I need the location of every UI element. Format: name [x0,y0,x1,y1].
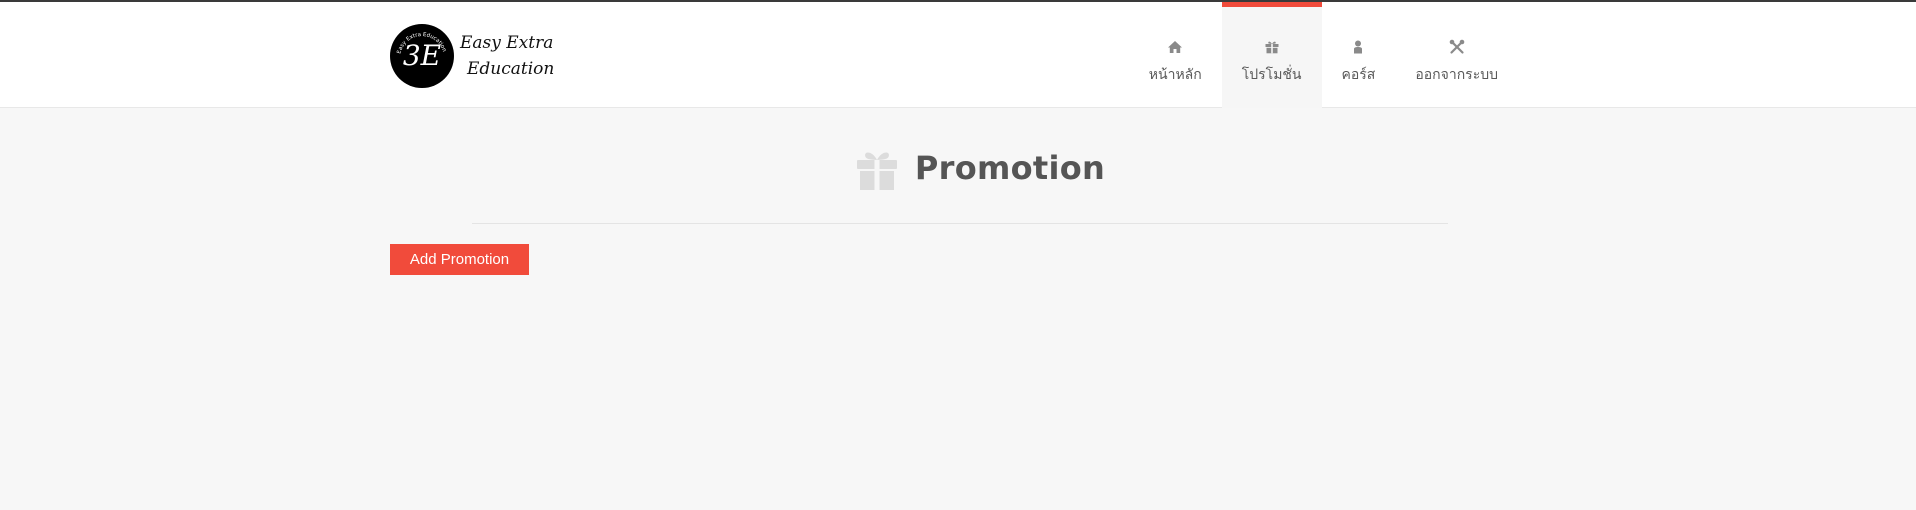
section-divider [472,223,1448,224]
nav-label-promotion: โปรโมชั่น [1241,67,1302,83]
nav-item-promotion[interactable]: โปรโมชั่น [1221,2,1322,108]
nav-label-logout: ออกจากระบบ [1415,67,1498,83]
nav-label-home: หน้าหลัก [1148,67,1202,83]
home-icon [1168,41,1183,53]
tools-icon [1449,39,1464,54]
site-header: Easy Extra Education 3E Easy Extra Educa… [0,2,1916,108]
page-heading-inner: Promotion [853,144,1105,192]
site-logo[interactable]: Easy Extra Education 3E Easy Extra Educa… [390,24,570,88]
gift-icon [856,152,897,190]
nav-item-course[interactable]: คอร์ส [1322,2,1396,108]
logo-mark: 3E [402,39,442,72]
nav-item-home[interactable]: หน้าหลัก [1129,2,1222,108]
page-title: Promotion [914,149,1106,187]
add-promotion-button[interactable]: Add Promotion [390,244,529,275]
logo-wordmark: Easy Extra Education [460,30,570,82]
logo-line-2: Education [467,59,555,79]
page-heading: Promotion [0,140,1916,196]
main-nav: หน้าหลัก โปรโมชั่น คอร์ส ออกจากระบบ [1129,2,1518,108]
logo-line-1: Easy Extra [460,33,554,53]
gift-icon [1265,41,1279,54]
nav-item-logout[interactable]: ออกจากระบบ [1395,2,1518,108]
logo-badge: Easy Extra Education 3E [390,24,454,88]
user-icon [1354,40,1363,54]
nav-label-course: คอร์ส [1341,67,1376,83]
